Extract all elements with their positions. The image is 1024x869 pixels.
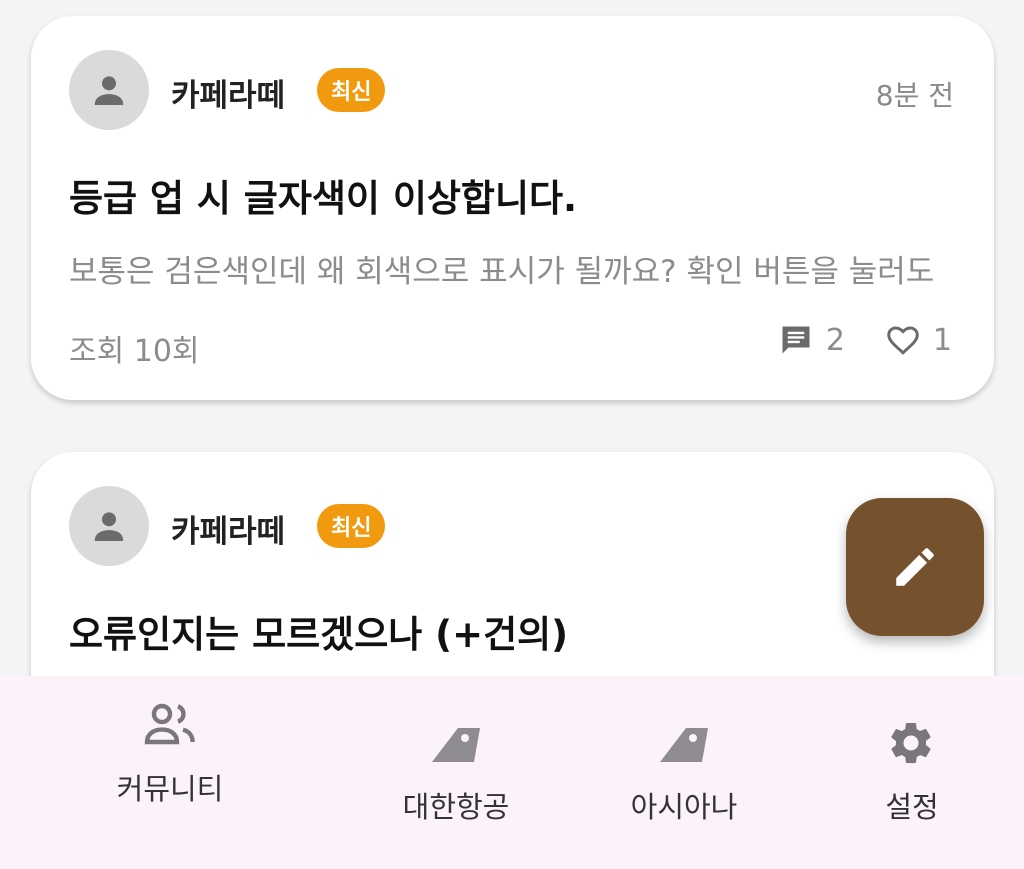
person-icon <box>94 76 124 105</box>
pencil-icon <box>896 548 934 586</box>
person-icon <box>94 512 124 541</box>
avatar[interactable] <box>69 50 149 130</box>
nav-label-korean-air: 대한항공 <box>402 790 510 824</box>
post-stats: 2 1 <box>778 322 952 358</box>
nav-item-settings[interactable]: 설정 <box>832 676 992 869</box>
nav-label-settings: 설정 <box>885 790 939 824</box>
post-time: 8분 전 <box>875 79 954 112</box>
airline-tail-icon <box>432 728 480 762</box>
like-count: 1 <box>932 322 952 358</box>
nav-item-asiana[interactable]: 아시아나 <box>604 676 764 869</box>
post-title[interactable]: 오류인지는 모르겠으나 (+건의) <box>69 604 568 658</box>
comment-icon <box>782 326 810 354</box>
heart-icon <box>887 326 919 355</box>
like-stat[interactable]: 1 <box>885 322 952 358</box>
community-icon <box>144 703 195 745</box>
new-badge: 최신 <box>317 68 386 112</box>
gear-icon <box>891 722 931 764</box>
comment-count: 2 <box>825 322 845 358</box>
post-preview: 보통은 검은색인데 왜 회색으로 표시가 될까요? 확인 버튼을 눌러도 <box>69 254 935 290</box>
bottom-navigation: 커뮤니티 대한항공 아시아나 설정 <box>0 676 1024 869</box>
post-title[interactable]: 등급 업 시 글자색이 이상합니다. <box>69 168 577 222</box>
nav-label-asiana: 아시아나 <box>630 790 738 824</box>
avatar[interactable] <box>69 486 149 566</box>
post-card[interactable]: 카페라떼 최신 8분 전 등급 업 시 글자색이 이상합니다. 보통은 검은색인… <box>31 16 994 400</box>
new-badge: 최신 <box>317 504 386 548</box>
view-count: 조회 10회 <box>69 334 200 369</box>
author-name: 카페라떼 <box>171 78 286 114</box>
write-post-button[interactable] <box>846 498 984 636</box>
nav-label-community: 커뮤니티 <box>116 772 224 806</box>
comment-stat[interactable]: 2 <box>778 322 845 358</box>
author-name: 카페라떼 <box>171 514 286 550</box>
airline-tail-icon <box>660 728 708 762</box>
nav-item-korean-air[interactable]: 대한항공 <box>376 676 536 869</box>
nav-item-community[interactable]: 커뮤니티 <box>90 676 250 869</box>
